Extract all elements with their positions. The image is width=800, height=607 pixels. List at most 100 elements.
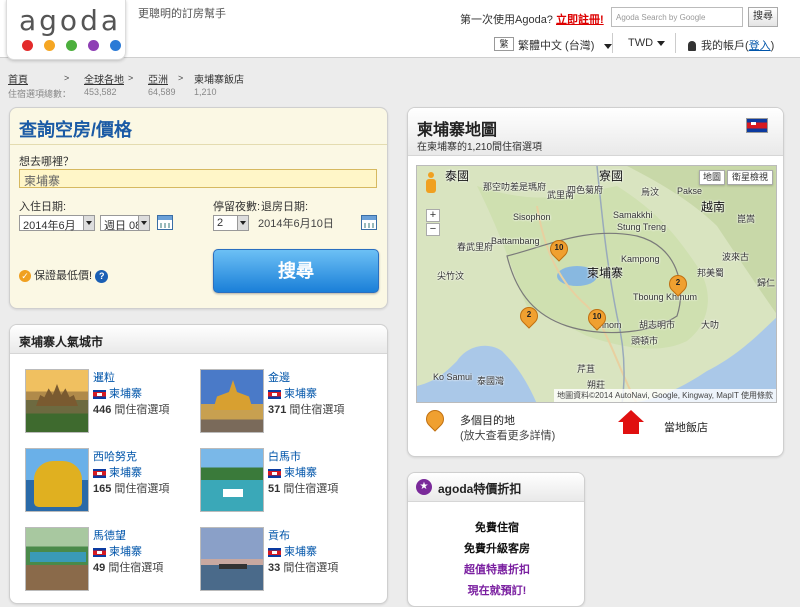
site-search-input[interactable]: Agoda Search by Google [611,7,743,27]
search-button[interactable]: 搜尋 [213,249,379,293]
cambodia-flag-icon [268,389,281,399]
map-view[interactable]: 地圖 衛星檢視 + − 泰國 寮國 越南 柬埔寨 泰國灣 那空叻差是瑪府 武里南… [416,165,777,403]
zoom-out-button[interactable]: − [426,223,440,236]
help-icon[interactable]: ? [95,269,109,283]
city-name[interactable]: 白馬市 [268,448,301,464]
destination-label: 想去哪裡？ [19,156,74,168]
map-label: Pakse [677,186,703,196]
map-panel: 柬埔寨地圖 在柬埔寨的1,210間住宿選項 地圖 衛星檢視 + − 泰國 寮國 … [407,107,784,457]
city-hotel-count: 165 間住宿選項 [93,480,169,496]
map-label: Kampong [621,254,660,264]
city-photo[interactable] [25,369,89,433]
logo-dot-purple [88,40,99,51]
breadcrumb-label[interactable]: 亞洲 [148,75,168,86]
deal-book-now[interactable]: 現在就預訂! [408,582,584,598]
map-label: 泰國灣 [477,376,505,386]
breadcrumb-home[interactable]: 首頁 住宿選項總數： [8,71,71,100]
map-pin[interactable]: 10 [584,305,610,335]
map-view-button[interactable]: 地圖 [699,170,725,185]
map-label: Tboung Khmum [633,292,698,302]
account-menu[interactable]: 我的帳戶(登入) [688,37,774,53]
cambodia-flag-icon [268,468,281,478]
checkin-day-select[interactable]: 週日 08 [100,215,150,232]
city-card-phnom-penh[interactable]: 金邊 柬埔寨 371 間住宿選項 [194,369,374,439]
breadcrumb-label[interactable]: 首頁 [8,75,28,86]
agoda-logo[interactable]: agoda [6,0,126,60]
breadcrumb-arrow-icon: > [178,73,184,83]
deal-special-discount[interactable]: 超值特惠折扣 [408,561,584,577]
map-attribution: 地圖資料©2014 AutoNavi, Google, Kingway, Map… [554,389,776,402]
map-pin[interactable]: 2 [665,271,691,301]
popular-cities-header: 柬埔寨人氣城市 [10,325,387,354]
legend-multi-destination-hint: (放大查看更多詳情) [460,430,556,442]
cambodia-flag-icon [268,547,281,557]
city-country[interactable]: 柬埔寨 [93,464,142,480]
deal-free-stay[interactable]: 免費住宿 [408,519,584,535]
destination-input[interactable]: 柬埔寨 [19,169,377,188]
city-country[interactable]: 柬埔寨 [268,464,317,480]
breadcrumb-world[interactable]: 全球各地 453,582 [84,71,124,97]
breadcrumb-arrow-icon: > [64,73,70,83]
best-price-guarantee: ✓ 保證最低價! ? [19,267,109,283]
cambodia-flag-icon [93,468,106,478]
map-label: 寮國 [599,169,624,183]
city-name[interactable]: 馬德望 [93,527,126,543]
count-suffix: 間住宿選項 [283,483,339,495]
cambodia-flag-icon [746,118,768,133]
language-selector[interactable]: 繁體中文 (台灣) [518,37,613,53]
city-photo[interactable] [200,369,264,433]
street-view-icon[interactable] [425,172,437,196]
city-name[interactable]: 金邊 [268,369,290,385]
breadcrumb-label[interactable]: 全球各地 [84,75,124,86]
login-link[interactable]: 登入 [749,40,771,52]
map-subtitle: 在柬埔寨的1,210間住宿選項 [417,142,543,153]
map-label: 柬埔寨 [587,266,624,280]
map-label: Samakkhi [613,210,653,220]
breadcrumb-asia[interactable]: 亞洲 64,589 [148,71,176,97]
map-pin[interactable]: 2 [516,303,542,333]
satellite-view-button[interactable]: 衛星檢視 [727,170,773,185]
city-photo[interactable] [25,448,89,512]
deal-free-upgrade[interactable]: 免費升級客房 [408,540,584,556]
zoom-in-button[interactable]: + [426,209,440,222]
map-header: 柬埔寨地圖 在柬埔寨的1,210間住宿選項 [408,108,783,156]
language-label: 繁體中文 (台灣) [518,40,595,52]
city-country[interactable]: 柬埔寨 [268,385,317,401]
map-label: 四色菊府 [567,185,604,195]
pin-count: 10 [554,243,564,252]
city-photo[interactable] [200,448,264,512]
currency-selector[interactable]: TWD [628,37,666,49]
city-card-sihanoukville[interactable]: 西哈努克 柬埔寨 165 間住宿選項 [19,448,199,518]
city-country[interactable]: 柬埔寨 [93,543,142,559]
cambodia-flag-icon [93,389,106,399]
multi-destination-pin-icon [422,406,448,438]
city-photo[interactable] [200,527,264,591]
city-photo[interactable] [25,527,89,591]
city-card-kep[interactable]: 白馬市 柬埔寨 51 間住宿選項 [194,448,374,518]
register-link[interactable]: 立即註冊! [556,14,604,26]
city-name[interactable]: 貢布 [268,527,290,543]
calendar-icon[interactable] [361,215,377,230]
calendar-icon[interactable] [157,215,173,230]
first-visit-prompt: 第一次使用Agoda? 立即註冊! [460,11,604,27]
city-country-label: 柬埔寨 [109,546,142,558]
checkout-date: 2014年6月10日 [258,218,334,230]
map-label: 那空叻差是瑪府 [483,182,547,192]
map-pin[interactable]: 10 [546,236,572,266]
checkin-day-value: 週日 08 [104,220,142,232]
city-name[interactable]: 西哈努克 [93,448,137,464]
city-card-kampot[interactable]: 貢布 柬埔寨 33 間住宿選項 [194,527,374,597]
city-country[interactable]: 柬埔寨 [93,385,142,401]
logo-dot-red [22,40,33,51]
nights-select[interactable]: 2 [213,215,249,231]
checkin-month-select[interactable]: 2014年6月 [19,215,95,232]
city-card-siem-reap[interactable]: 暹粒 柬埔寨 446 間住宿選項 [19,369,199,439]
city-name[interactable]: 暹粒 [93,369,115,385]
first-visit-text: 第一次使用Agoda? [460,14,553,26]
site-search-button[interactable]: 搜尋 [748,7,778,27]
city-country-label: 柬埔寨 [284,546,317,558]
city-country[interactable]: 柬埔寨 [268,543,317,559]
city-card-battambang[interactable]: 馬德望 柬埔寨 49 間住宿選項 [19,527,199,597]
count-suffix: 間住宿選項 [289,404,345,416]
count-value: 33 [268,562,281,574]
